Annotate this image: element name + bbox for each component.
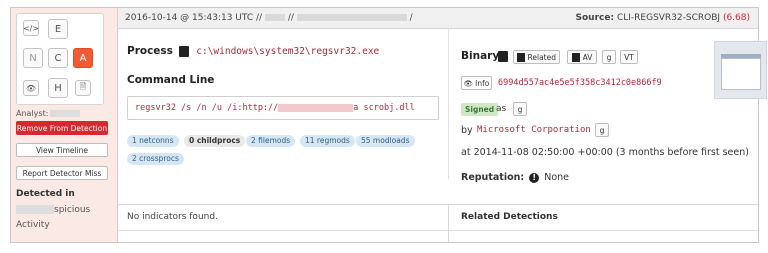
header-timestamp: 2016-10-14 @ 15:43:13 UTC //: [125, 13, 263, 23]
detected-in-line2: Activity: [16, 220, 50, 230]
pill-regmods[interactable]: 11 regmods: [300, 135, 355, 147]
code-view-icon[interactable]: </>: [23, 20, 39, 36]
detected-in-value: spicious Activity: [16, 203, 111, 233]
report-detector-miss-button[interactable]: Report Detector Miss: [16, 166, 108, 180]
indicators-text: No indicators found.: [127, 212, 218, 222]
binary-screenshot-thumbnail[interactable]: [714, 41, 767, 99]
reputation-row: Reputation: ! None: [461, 172, 569, 183]
triage-keypad: </> E N C A 👁 H 🗎: [16, 13, 104, 105]
keypad-a-button[interactable]: A: [73, 48, 93, 68]
view-timeline-button[interactable]: View Timeline: [16, 143, 108, 157]
keypad-a-label: A: [79, 52, 87, 64]
detection-panel: </> E N C A 👁 H 🗎 Analyst: Remove From D…: [10, 7, 767, 243]
remove-from-detection-button[interactable]: Remove From Detection: [16, 121, 108, 135]
redacted-user: [296, 14, 407, 21]
related-file-icon: [517, 52, 525, 62]
header-timestamp-group: 2016-10-14 @ 15:43:13 UTC // // /: [125, 13, 413, 23]
keypad-e-button[interactable]: E: [48, 19, 68, 39]
redacted-host: [264, 14, 285, 21]
process-row: Process c:\windows\system32\regsvr32.exe: [127, 45, 379, 57]
command-line-box: regsvr32 /s /n /u /i:http:// a scrobj.dll: [127, 96, 439, 120]
google-search-icon[interactable]: g: [513, 102, 527, 116]
google-search-icon[interactable]: g: [602, 50, 616, 64]
signed-as: as: [496, 104, 506, 114]
analyst-label-text: Analyst:: [16, 109, 49, 118]
by-label: by: [461, 125, 473, 136]
av-button[interactable]: AV: [567, 50, 597, 64]
info-button[interactable]: 👁 Info: [461, 76, 492, 90]
detection-header: 2016-10-14 @ 15:43:13 UTC // // / Source…: [118, 8, 758, 29]
binary-label: Binary: [461, 50, 500, 62]
redacted-detected-prefix: [16, 205, 54, 214]
eye-icon[interactable]: 👁: [23, 80, 39, 96]
pill-childprocs[interactable]: 0 childprocs: [184, 135, 246, 147]
process-label: Process: [127, 45, 173, 57]
source-value: CLI-REGSVR32-SCROBJ: [616, 13, 721, 23]
av-file-icon: [571, 52, 580, 62]
reputation-value: None: [544, 172, 570, 183]
google-search-icon[interactable]: g: [595, 123, 609, 137]
publisher-name[interactable]: Microsoft Corporation: [477, 125, 591, 135]
pill-netconns[interactable]: 1 netconns: [127, 135, 179, 147]
keypad-h-button[interactable]: H: [48, 78, 68, 98]
header-sep2: /: [409, 13, 413, 23]
header-sep1: //: [287, 13, 294, 23]
process-file-icon: [178, 45, 189, 57]
keypad-n-label: N: [29, 52, 37, 64]
pill-filemods[interactable]: 2 filemods: [246, 135, 296, 147]
as-label: as: [496, 104, 507, 114]
command-suffix: a scrobj.dll: [353, 103, 415, 113]
bottom-column-divider: [448, 204, 449, 242]
reputation-label: Reputation:: [461, 172, 525, 183]
binary-hash[interactable]: 6994d557ac4e5e5f358c3412c0e866f9: [498, 78, 662, 88]
header-source: Source: CLI-REGSVR32-SCROBJ (6.68): [576, 13, 750, 23]
pill-modloads[interactable]: 55 modloads: [356, 135, 415, 147]
thumbnail-window: [721, 58, 761, 90]
av-label: AV: [582, 52, 593, 62]
warning-icon: !: [529, 172, 540, 183]
related-button[interactable]: Related: [513, 50, 560, 64]
bottom-divider: [118, 204, 758, 205]
keypad-h-label: H: [54, 82, 62, 94]
eye-icon: 👁: [463, 78, 474, 88]
analyst-label: Analyst:: [16, 109, 81, 118]
keypad-c-label: C: [54, 52, 62, 64]
binary-first-seen: at 2014-11-08 02:50:00 +00:00 (3 months …: [461, 147, 749, 158]
pill-crossprocs[interactable]: 2 crossprocs: [127, 153, 184, 165]
virustotal-button[interactable]: VT: [620, 50, 638, 64]
bottom-divider-lower: [118, 230, 758, 231]
command-line-title: Command Line: [127, 74, 215, 86]
redacted-url: [278, 103, 354, 112]
keypad-c-button[interactable]: C: [48, 48, 68, 68]
process-path[interactable]: c:\windows\system32\regsvr32.exe: [196, 46, 379, 57]
command-prefix: regsvr32 /s /n /u /i:http://: [135, 103, 279, 113]
redacted-analyst: [50, 110, 81, 117]
document-icon[interactable]: 🗎: [75, 80, 91, 96]
source-label: Source:: [575, 13, 615, 23]
keypad-n-button[interactable]: N: [23, 48, 43, 68]
detected-in-suffix: spicious: [54, 205, 91, 215]
related-detections-heading[interactable]: Related Detections: [461, 212, 558, 222]
source-score: (6.68): [722, 13, 750, 23]
keypad-e-label: E: [54, 23, 62, 35]
column-divider: [448, 29, 449, 179]
binary-file-icon: [498, 51, 508, 62]
detection-sidebar: </> E N C A 👁 H 🗎 Analyst: Remove From D…: [11, 8, 118, 242]
info-label: Info: [475, 78, 490, 88]
signed-badge: Signed: [461, 103, 499, 116]
detected-in-title: Detected in: [16, 189, 75, 199]
related-label: Related: [527, 52, 556, 62]
